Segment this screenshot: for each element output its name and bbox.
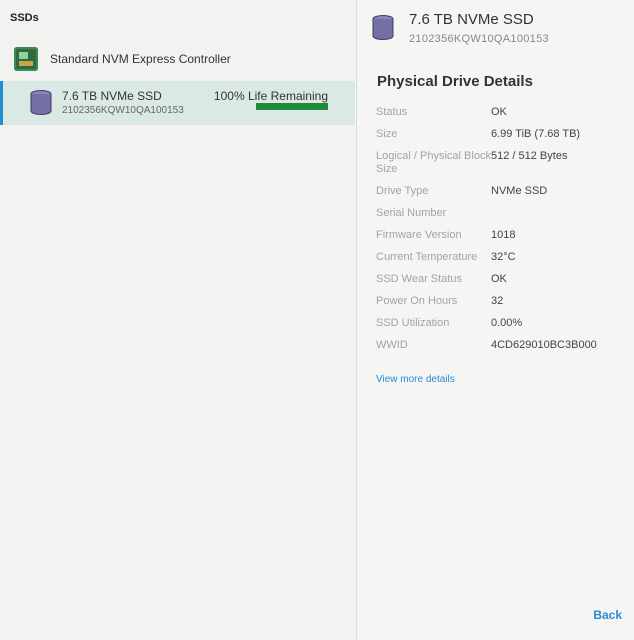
detail-row-size: Size 6.99 TiB (7.68 TB) bbox=[376, 128, 626, 141]
detail-row-wear-status: SSD Wear Status OK bbox=[376, 273, 626, 286]
section-title: Physical Drive Details bbox=[377, 73, 533, 90]
detail-label: WWID bbox=[376, 339, 408, 351]
detail-row-temperature: Current Temperature 32°C bbox=[376, 251, 626, 264]
disk-stack-icon bbox=[30, 90, 52, 115]
detail-value: 32°C bbox=[491, 251, 516, 263]
detail-value: 0.00% bbox=[491, 317, 523, 329]
detail-value: 32 bbox=[491, 295, 504, 307]
detail-row-wwid: WWID 4CD629010BC3B000 bbox=[376, 339, 626, 352]
controller-card-icon bbox=[14, 47, 38, 71]
detail-label: Status bbox=[376, 106, 408, 118]
detail-label: Serial Number bbox=[376, 207, 447, 219]
drive-name: 7.6 TB NVMe SSD bbox=[62, 89, 162, 103]
drive-header-serial: 2102356KQW10QA100153 bbox=[409, 33, 549, 45]
drive-serial: 2102356KQW10QA100153 bbox=[62, 105, 184, 116]
detail-value: 1018 bbox=[491, 229, 516, 241]
detail-value: NVMe SSD bbox=[491, 185, 548, 197]
detail-value: OK bbox=[491, 273, 507, 285]
detail-value: 6.99 TiB (7.68 TB) bbox=[491, 128, 581, 140]
detail-row-status: Status OK bbox=[376, 106, 626, 119]
detail-value: 512 / 512 Bytes bbox=[491, 150, 568, 162]
detail-label: Firmware Version bbox=[376, 229, 462, 241]
detail-label: Power On Hours bbox=[376, 295, 458, 307]
detail-value: OK bbox=[491, 106, 507, 118]
selection-indicator bbox=[0, 81, 3, 125]
life-remaining-label: 100% Life Remaining bbox=[213, 89, 328, 103]
detail-row-firmware: Firmware Version 1018 bbox=[376, 229, 626, 242]
drive-header-title: 7.6 TB NVMe SSD bbox=[409, 11, 534, 28]
detail-label: Current Temperature bbox=[376, 251, 478, 263]
life-remaining-bar bbox=[256, 103, 328, 110]
detail-label: Size bbox=[376, 128, 398, 140]
detail-label: SSD Wear Status bbox=[376, 273, 462, 285]
detail-row-block-size: Logical / Physical Block Size 512 / 512 … bbox=[376, 150, 626, 176]
details-list: Status OK Size 6.99 TiB (7.68 TB) Logica… bbox=[376, 106, 626, 361]
detail-label: Drive Type bbox=[376, 185, 429, 197]
detail-row-utilization: SSD Utilization 0.00% bbox=[376, 317, 626, 330]
detail-row-power-on-hours: Power On Hours 32 bbox=[376, 295, 626, 308]
detail-row-serial-number: Serial Number bbox=[376, 207, 626, 220]
controller-label: Standard NVM Express Controller bbox=[50, 52, 231, 66]
pane-title: SSDs bbox=[10, 12, 39, 24]
detail-label: Logical / Physical Block Size bbox=[376, 150, 491, 175]
drive-details-pane: 7.6 TB NVMe SSD 2102356KQW10QA100153 Phy… bbox=[357, 0, 634, 640]
disk-stack-icon bbox=[372, 15, 394, 40]
view-more-details-link[interactable]: View more details bbox=[376, 374, 455, 385]
detail-row-drive-type: Drive Type NVMe SSD bbox=[376, 185, 626, 198]
life-remaining-fill bbox=[256, 103, 328, 110]
controller-item[interactable]: Standard NVM Express Controller bbox=[14, 46, 231, 72]
detail-value: 4CD629010BC3B000 bbox=[491, 339, 597, 351]
back-button[interactable]: Back bbox=[593, 608, 622, 622]
ssd-list-pane: SSDs Standard NVM Express Controller 7.6… bbox=[0, 0, 357, 640]
detail-label: SSD Utilization bbox=[376, 317, 450, 329]
